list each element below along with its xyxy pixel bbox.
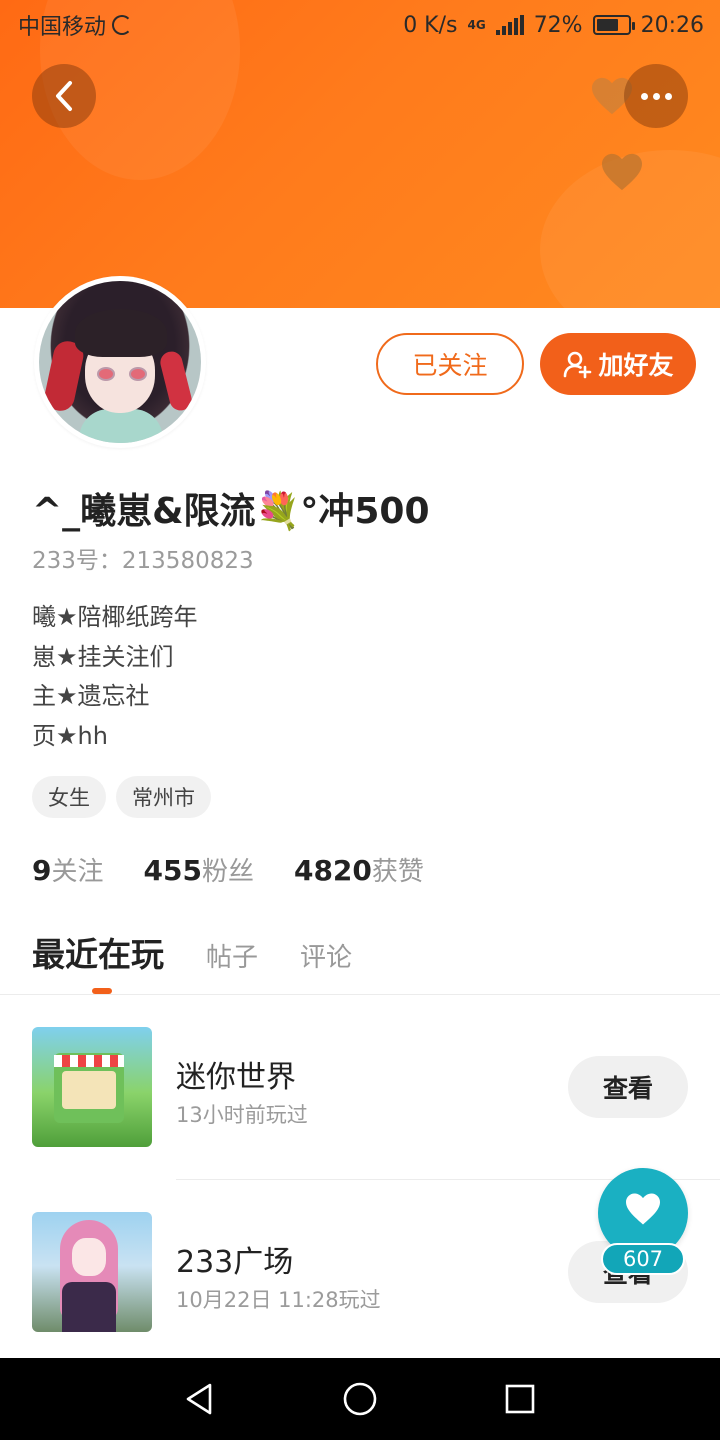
clock: 20:26 <box>640 12 704 38</box>
signal-icon <box>495 15 524 35</box>
bio-line: 崽★挂关注们 <box>32 642 174 671</box>
game-played-time: 10月22日 11:28玩过 <box>176 1288 381 1312</box>
like-count: 607 <box>601 1243 685 1275</box>
following-count: 9 <box>32 854 52 887</box>
game-name: 233广场 <box>176 1245 294 1280</box>
fans-count: 455 <box>143 854 202 887</box>
game-played-time: 13小时前玩过 <box>176 1103 308 1127</box>
avatar[interactable] <box>34 276 206 448</box>
tab-recently-played[interactable]: 最近在玩 <box>32 928 164 976</box>
bio-line: 页★hh <box>32 721 108 750</box>
system-nav-bar <box>0 1358 720 1440</box>
gender-tag: 女生 <box>32 776 106 818</box>
profile-stats: 9关注 455粉丝 4820获赞 <box>32 851 424 888</box>
network-type: 4G <box>467 18 486 32</box>
nav-back-icon <box>186 1383 212 1415</box>
battery-percent: 72% <box>533 12 583 38</box>
divider <box>0 994 720 995</box>
status-bar: 中国移动 0 K/s 4G 72% 20:26 <box>0 0 720 50</box>
likes-count: 4820 <box>293 854 372 887</box>
view-button[interactable]: 查看 <box>568 1056 688 1118</box>
game-icon <box>32 1027 152 1147</box>
heart-decoration-icon <box>602 153 642 191</box>
bio: 曦★陪椰纸跨年 崽★挂关注们 主★遗忘社 页★hh <box>32 598 198 756</box>
more-dots-icon <box>640 92 672 100</box>
bio-line: 主★遗忘社 <box>32 682 150 710</box>
battery-icon <box>592 15 635 35</box>
location-tag: 常州市 <box>116 776 211 818</box>
add-friend-label: 加好友 <box>598 351 674 380</box>
carrier-label: 中国移动 <box>18 15 107 40</box>
net-speed: 0 K/s <box>403 12 458 38</box>
profile-header-banner: 中国移动 0 K/s 4G 72% 20:26 <box>0 0 720 308</box>
username: ^_曦崽&限流💐°冲500 <box>32 491 430 532</box>
list-item[interactable]: 迷你世界 13小时前玩过 查看 <box>0 1010 720 1160</box>
nav-recents-icon <box>505 1384 535 1414</box>
add-user-icon <box>564 351 592 379</box>
bio-line: 曦★陪椰纸跨年 <box>32 603 198 631</box>
back-button[interactable] <box>32 64 96 128</box>
user-id: 233号：213580823 <box>32 541 254 575</box>
likes-stat: 4820获赞 <box>294 851 424 888</box>
avatar-image <box>39 281 201 443</box>
following-label: 关注 <box>51 857 104 887</box>
fans-label: 粉丝 <box>201 857 254 887</box>
user-id-label: 233号： <box>32 548 122 574</box>
profile-tabs: 最近在玩 帖子 评论 <box>32 928 352 976</box>
nav-back-button[interactable] <box>150 1358 250 1440</box>
more-options-button[interactable] <box>624 64 688 128</box>
followed-button[interactable]: 已关注 <box>376 333 524 395</box>
heart-icon <box>626 1193 660 1225</box>
likes-label: 获赞 <box>371 857 424 887</box>
nav-recents-button[interactable] <box>470 1358 570 1440</box>
user-id-value: 213580823 <box>121 548 254 574</box>
nav-home-button[interactable] <box>310 1358 410 1440</box>
back-arrow-icon <box>56 81 72 111</box>
following-stat[interactable]: 9关注 <box>32 851 104 888</box>
loading-icon <box>112 15 133 35</box>
add-friend-button[interactable]: 加好友 <box>540 333 696 395</box>
game-icon <box>32 1212 152 1332</box>
fans-stat[interactable]: 455粉丝 <box>144 851 254 888</box>
game-name: 迷你世界 <box>176 1060 296 1095</box>
tab-posts[interactable]: 帖子 <box>206 937 258 974</box>
profile-tags: 女生 常州市 <box>32 776 211 818</box>
tab-comments[interactable]: 评论 <box>300 937 352 974</box>
nav-home-icon <box>343 1382 377 1416</box>
